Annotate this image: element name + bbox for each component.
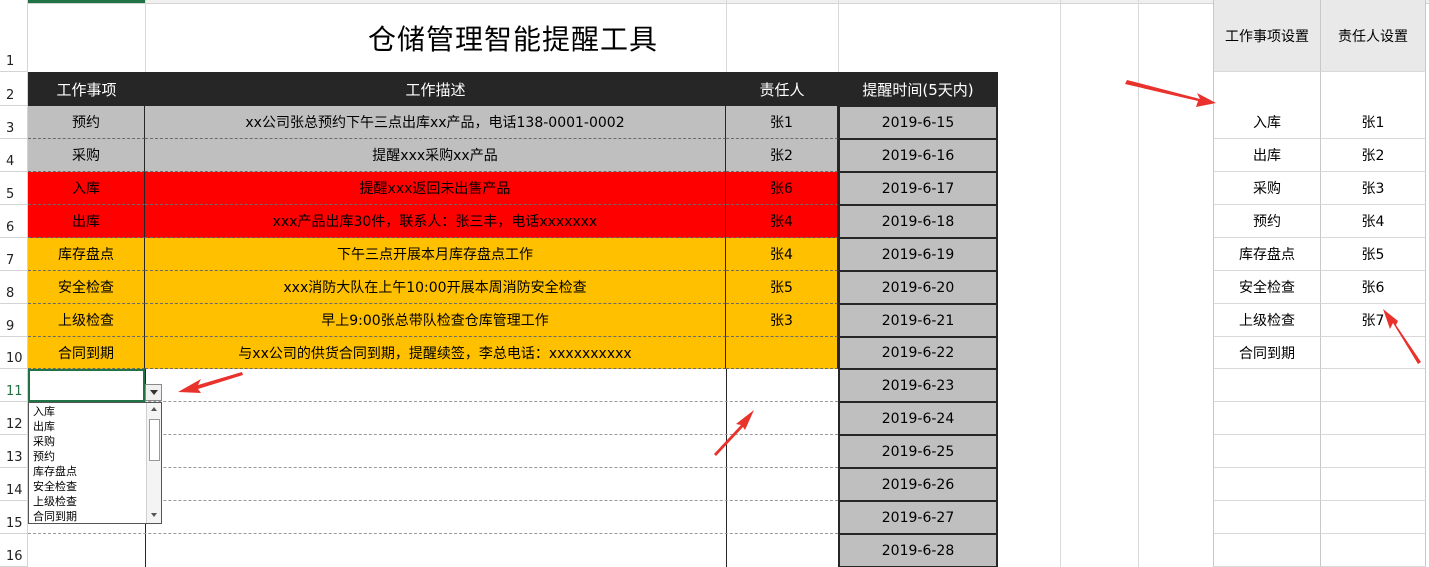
- arrow-icon: [178, 372, 243, 393]
- annotation-arrows: [178, 80, 1421, 456]
- arrow-icon: [714, 410, 754, 456]
- arrow-icon: [1125, 80, 1216, 107]
- arrow-icon: [1383, 309, 1421, 364]
